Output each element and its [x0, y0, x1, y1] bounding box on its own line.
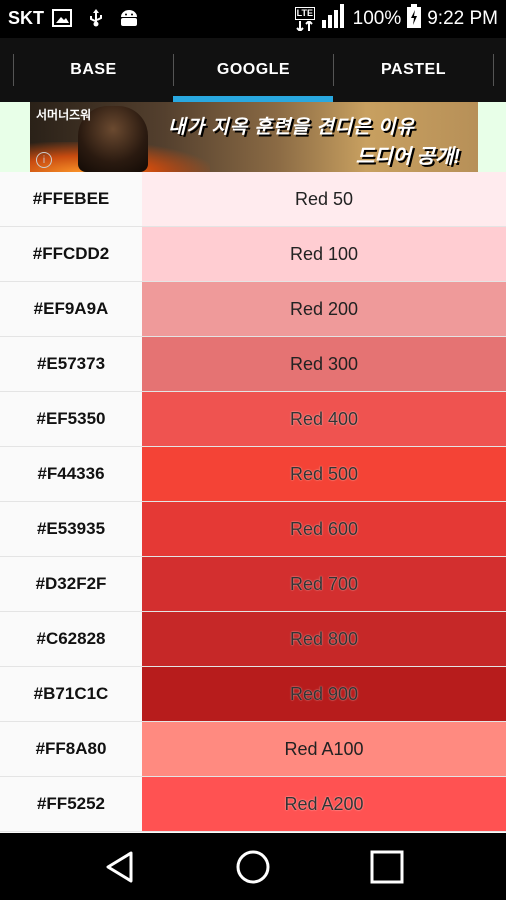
- color-row[interactable]: #FF8A80 Red A100: [0, 722, 506, 777]
- color-name-label: Red A200: [284, 793, 364, 814]
- hex-code-label: #F44336: [0, 447, 142, 501]
- color-swatch[interactable]: Red 400: [142, 392, 506, 446]
- ad-info-icon[interactable]: i: [36, 152, 52, 168]
- tab-google[interactable]: GOOGLE: [174, 38, 333, 102]
- home-icon[interactable]: [235, 849, 271, 885]
- android-icon: [118, 8, 138, 28]
- color-name-label: Red 200: [289, 298, 359, 319]
- recents-icon[interactable]: [369, 849, 405, 885]
- battery-icon: [407, 4, 422, 34]
- navigation-bar: [0, 833, 506, 900]
- hex-code-label: #FFCDD2: [0, 227, 142, 281]
- color-swatch[interactable]: Red A200: [142, 777, 506, 831]
- hex-code-label: #E57373: [0, 337, 142, 391]
- color-row[interactable]: #FFCDD2 Red 100: [0, 227, 506, 282]
- battery-percent: 100%: [352, 8, 402, 29]
- color-row[interactable]: #E53935 Red 600: [0, 502, 506, 557]
- color-swatch[interactable]: Red 50: [142, 172, 506, 226]
- color-row[interactable]: #EF5350 Red 400: [0, 392, 506, 447]
- color-swatch[interactable]: Red 500: [142, 447, 506, 501]
- color-swatch[interactable]: Red 300: [142, 337, 506, 391]
- hex-code-label: #D32F2F: [0, 557, 142, 611]
- hex-code-label: #EF9A9A: [0, 282, 142, 336]
- color-name-label: Red 600: [289, 518, 359, 539]
- color-row[interactable]: #FF5252 Red A200: [0, 777, 506, 832]
- hex-code-label: #B71C1C: [0, 667, 142, 721]
- color-swatch[interactable]: Red 700: [142, 557, 506, 611]
- tab-pastel[interactable]: PASTEL: [334, 38, 493, 102]
- tab-base[interactable]: BASE: [14, 38, 173, 102]
- color-row[interactable]: #D32F2F Red 700: [0, 557, 506, 612]
- status-bar: SKT LTE 100% 9:22 PM: [0, 0, 506, 38]
- status-right: LTE 100% 9:22 PM: [294, 4, 498, 34]
- color-name-label: Red 400: [289, 408, 359, 429]
- hex-code-label: #E53935: [0, 502, 142, 556]
- ad-container: 서머너즈워 내가 지옥 훈련을 견디은 이유 드디어 공개! i: [0, 102, 506, 172]
- color-row[interactable]: #FFEBEE Red 50: [0, 172, 506, 227]
- color-row[interactable]: #F44336 Red 500: [0, 447, 506, 502]
- color-list: #FFEBEE Red 50 #FFCDD2 Red 100 #EF9A9A Red 20…: [0, 172, 506, 833]
- carrier-label: SKT: [8, 8, 44, 28]
- color-swatch[interactable]: Red A100: [142, 722, 506, 776]
- color-row[interactable]: #E57373 Red 300: [0, 337, 506, 392]
- color-row[interactable]: #B71C1C Red 900: [0, 667, 506, 722]
- color-name-label: Red 50: [294, 188, 354, 209]
- color-swatch[interactable]: Red 900: [142, 667, 506, 721]
- signal-icon: [321, 4, 347, 34]
- hex-code-label: #FF5252: [0, 777, 142, 831]
- tab-divider: [493, 54, 494, 86]
- ad-headline-2: 드디어 공개!: [355, 146, 460, 168]
- clock: 9:22 PM: [427, 8, 498, 29]
- color-swatch[interactable]: Red 100: [142, 227, 506, 281]
- color-swatch[interactable]: Red 600: [142, 502, 506, 556]
- color-swatch[interactable]: Red 200: [142, 282, 506, 336]
- color-name-label: Red 500: [289, 463, 359, 484]
- hex-code-label: #C62828: [0, 612, 142, 666]
- color-row[interactable]: #EF9A9A Red 200: [0, 282, 506, 337]
- color-name-label: Red 900: [289, 683, 359, 704]
- hex-code-label: #EF5350: [0, 392, 142, 446]
- color-name-label: Red 700: [289, 573, 359, 594]
- color-name-label: Red 100: [289, 243, 359, 264]
- ad-game-logo-text: 서머너즈워: [36, 108, 92, 122]
- ad-headline: 내가 지옥 훈련을 견디은 이유: [168, 117, 415, 138]
- hex-code-label: #FFEBEE: [0, 172, 142, 226]
- back-icon[interactable]: [102, 849, 138, 885]
- image-notification-icon: [52, 8, 72, 28]
- color-name-label: Red 300: [289, 353, 359, 374]
- ad-banner[interactable]: 서머너즈워 내가 지옥 훈련을 견디은 이유 드디어 공개! i: [30, 102, 478, 172]
- color-name-label: Red 800: [289, 628, 359, 649]
- lte-icon: LTE: [294, 7, 315, 31]
- tab-bar: BASE GOOGLE PASTEL: [0, 38, 506, 102]
- hex-code-label: #FF8A80: [0, 722, 142, 776]
- color-swatch[interactable]: Red 800: [142, 612, 506, 666]
- usb-icon: [86, 8, 106, 28]
- color-name-label: Red A100: [284, 738, 364, 759]
- color-row[interactable]: #C62828 Red 800: [0, 612, 506, 667]
